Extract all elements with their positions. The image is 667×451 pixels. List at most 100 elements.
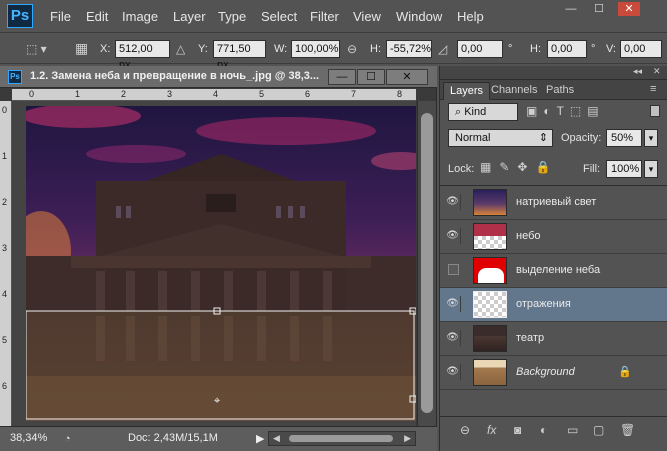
new-group-icon[interactable]: ▭ (567, 423, 578, 437)
zoom-level[interactable]: 38,34% (10, 432, 58, 447)
relative-position-icon[interactable]: △ (176, 42, 185, 56)
tab-layers[interactable]: Layers (443, 82, 491, 100)
blend-mode-select[interactable]: Normal ⇕ (448, 129, 553, 147)
layer-row[interactable]: 👁 Background 🔒 (440, 356, 667, 390)
link-layers-icon[interactable]: ⊖ (460, 423, 470, 437)
menu-view[interactable]: View (353, 9, 381, 24)
vertical-ruler[interactable]: 0 1 2 3 4 5 6 (0, 101, 12, 426)
status-expand-icon[interactable]: ▶ (256, 432, 264, 445)
menu-filter[interactable]: Filter (310, 9, 339, 24)
menu-type[interactable]: Type (218, 9, 246, 24)
menu-help[interactable]: Help (457, 9, 484, 24)
layer-row[interactable]: 👁 небо (440, 220, 667, 254)
reference-point-icon[interactable]: ▦ (75, 40, 88, 57)
ruler-v-label: 2 (2, 197, 8, 207)
layer-name: отражения (516, 298, 571, 310)
panel-menu-icon[interactable]: ≡ (650, 83, 656, 95)
layer-name: театр (516, 332, 545, 344)
document-maximize-button[interactable]: ☐ (357, 69, 385, 85)
visibility-toggle-off[interactable] (448, 264, 459, 275)
height-field[interactable]: -55,72% (386, 40, 432, 58)
ruler-h-label: 5 (259, 89, 265, 99)
opacity-field[interactable]: 50% (606, 129, 642, 147)
status-menu-icon[interactable]: ◔ (64, 433, 71, 445)
layer-row[interactable]: 👁 натриевый свет (440, 186, 667, 220)
app-maximize-button[interactable]: ☐ (588, 2, 610, 16)
menu-layer[interactable]: Layer (173, 9, 206, 24)
rotation-field[interactable]: 0,00 (457, 40, 503, 58)
layer-filter-select[interactable]: ⌕ Kind (448, 103, 518, 121)
document-close-button[interactable]: ✕ (386, 69, 428, 85)
document-title: 1.2. Замена неба и превращение в ночь_.j… (30, 70, 320, 82)
menu-edit[interactable]: Edit (86, 9, 108, 24)
tab-paths[interactable]: Paths (540, 82, 580, 100)
document-window: Ps 1.2. Замена неба и превращение в ночь… (0, 66, 437, 451)
canvas-area[interactable]: ⌖ (12, 101, 416, 426)
eye-icon[interactable]: 👁 (445, 364, 461, 380)
v-skew-field[interactable]: 0,00 (620, 40, 662, 58)
menu-select[interactable]: Select (261, 9, 297, 24)
menu-window[interactable]: Window (396, 9, 442, 24)
vertical-scrollbar[interactable] (417, 101, 436, 426)
width-field[interactable]: 100,00% (291, 40, 340, 58)
close-panel-icon[interactable]: ✕ (653, 66, 661, 77)
document-image[interactable]: ⌖ (26, 106, 416, 421)
menu-file[interactable]: File (50, 9, 71, 24)
layer-row[interactable]: 👁 театр (440, 322, 667, 356)
vertical-scroll-thumb[interactable] (421, 113, 433, 413)
app-minimize-button[interactable]: — (560, 2, 582, 16)
ruler-h-label: 0 (29, 89, 35, 99)
document-title-bar[interactable]: Ps 1.2. Замена неба и превращение в ночь… (0, 66, 437, 88)
x-position-field[interactable]: 512,00 px (115, 40, 170, 71)
chevron-down-icon[interactable]: ▾ (644, 129, 658, 147)
v-skew-label: V: (606, 43, 616, 55)
scroll-right-icon[interactable]: ▶ (404, 433, 411, 444)
adjustment-layer-icon[interactable]: ◐ (540, 423, 547, 437)
layer-thumbnail (473, 189, 507, 216)
menu-image[interactable]: Image (122, 9, 158, 24)
tab-channels[interactable]: Channels (485, 82, 543, 100)
layer-thumbnail (473, 257, 507, 284)
width-label: W: (274, 43, 288, 55)
chevron-down-icon[interactable]: ▾ (644, 160, 658, 178)
ruler-v-label: 1 (2, 151, 8, 161)
new-layer-icon[interactable]: ▢ (593, 423, 604, 437)
eye-icon[interactable]: 👁 (445, 330, 461, 346)
document-minimize-button[interactable]: — (328, 69, 356, 85)
h-skew-field[interactable]: 0,00 (547, 40, 587, 58)
layer-style-icon[interactable]: fx (487, 423, 496, 437)
layer-thumbnail (473, 359, 507, 386)
fill-field[interactable]: 100% (606, 160, 642, 178)
horizontal-ruler[interactable]: 0 1 2 3 4 5 6 7 8 (12, 89, 416, 101)
horizontal-scroll-thumb[interactable] (289, 435, 393, 442)
y-position-field[interactable]: 771,50 px (213, 40, 266, 71)
eye-icon[interactable]: 👁 (445, 296, 461, 312)
eye-icon[interactable]: 👁 (445, 228, 461, 244)
link-icon[interactable]: ⊖ (347, 42, 357, 56)
layer-thumbnail (473, 291, 507, 318)
layer-name: Background (516, 366, 575, 378)
blend-mode-label: Normal (455, 132, 491, 144)
menu-bar: Ps File Edit Image Layer Type Select Fil… (0, 0, 667, 33)
ruler-h-label: 2 (121, 89, 127, 99)
horizontal-scrollbar[interactable]: ◀ ▶ (268, 431, 416, 446)
document-info: Doc: 2,43M/15,1M (128, 432, 218, 444)
add-mask-icon[interactable]: ◙ (514, 423, 521, 437)
document-ps-icon: Ps (8, 70, 22, 84)
filter-toggle[interactable] (650, 105, 660, 117)
collapse-panel-icon[interactable]: ◂◂ (633, 66, 642, 77)
app-close-button[interactable]: ✕ (618, 2, 640, 16)
lock-options-icons[interactable]: ▦✎✥🔒 (480, 160, 558, 174)
y-label: Y: (198, 43, 208, 55)
transform-tool-icon[interactable]: ⬚ ▾ (26, 42, 47, 56)
delete-layer-icon[interactable]: 🗑 (620, 423, 635, 437)
layer-row-selected[interactable]: 👁 отражения (440, 288, 667, 322)
layer-thumbnail (473, 325, 507, 352)
layer-row[interactable]: выделение неба (440, 254, 667, 288)
eye-icon[interactable]: 👁 (445, 194, 461, 210)
layers-panel-footer: ⊖ fx ◙ ◐ ▭ ▢ 🗑 (440, 416, 667, 441)
lock-label: Lock: (448, 163, 475, 175)
degree-unit: ° (508, 43, 513, 55)
filter-type-icons[interactable]: ▣◐T⬚▤ (526, 104, 605, 118)
scroll-left-icon[interactable]: ◀ (273, 433, 280, 444)
